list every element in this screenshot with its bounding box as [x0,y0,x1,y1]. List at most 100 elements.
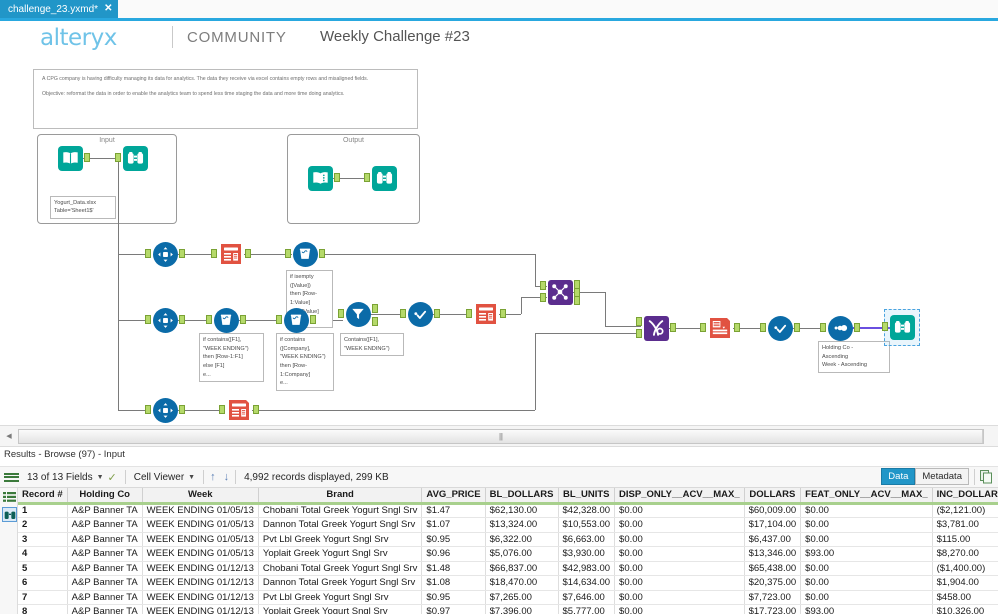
input-data-tool[interactable] [57,145,83,171]
table-cell[interactable]: $0.95 [422,590,485,605]
check-icon[interactable]: ✓ [108,471,117,484]
table-cell[interactable]: ($1,400.00) [932,561,998,576]
arrow-up-icon[interactable]: ↑ [206,471,220,483]
input-port[interactable] [364,173,370,182]
table-cell[interactable]: $1.48 [422,561,485,576]
table-cell[interactable]: WEEK ENDING 01/12/13 [142,576,258,591]
browse-tool-final[interactable] [889,314,915,340]
output-port[interactable] [179,315,185,324]
table-cell[interactable]: $0.00 [615,532,745,547]
table-cell[interactable]: $0.00 [801,561,932,576]
table-cell[interactable]: $0.97 [422,605,485,614]
chevron-left-icon[interactable]: ◀ [2,429,16,443]
input-port[interactable] [276,315,282,324]
output-port[interactable] [310,315,316,324]
input-port[interactable] [285,249,291,258]
input-port[interactable] [400,309,406,318]
table-cell[interactable]: $42,328.00 [558,503,615,518]
output-port-true[interactable] [372,304,378,313]
input-port[interactable] [145,315,151,324]
table-cell[interactable]: $0.00 [615,561,745,576]
column-header-disp-only[interactable]: DISP_ONLY__ACV__MAX_ [615,488,745,503]
column-header-avg-price[interactable]: AVG_PRICE [422,488,485,503]
table-cell[interactable]: $5,076.00 [485,547,558,562]
cell-viewer-selector[interactable]: Cell Viewer ▼ [128,467,201,487]
table-cell[interactable]: $93.00 [801,547,932,562]
input-port-2[interactable] [636,329,642,338]
table-cell[interactable]: $0.00 [801,576,932,591]
table-cell[interactable]: $7,723.00 [744,590,801,605]
table-cell[interactable]: $0.00 [615,576,745,591]
input-port-1[interactable] [636,317,642,326]
input-port[interactable] [206,315,212,324]
table-cell[interactable]: A&P Banner TA [67,518,142,533]
column-header-holding-co[interactable]: Holding Co [67,488,142,503]
table-cell[interactable]: $5,777.00 [558,605,615,614]
table-cell[interactable]: $60,009.00 [744,503,801,518]
table-row[interactable]: 5A&P Banner TAWEEK ENDING 01/12/13Choban… [18,561,998,576]
multi-row-formula-tool-1[interactable] [218,241,244,267]
table-cell[interactable]: $17,104.00 [744,518,801,533]
table-cell[interactable]: Yoplait Greek Yogurt Sngl Srv [258,547,422,562]
table-row[interactable]: 3A&P Banner TAWEEK ENDING 01/05/13Pvt Lb… [18,532,998,547]
cell-record-number[interactable]: 4 [18,547,67,562]
fields-selector[interactable]: 13 of 13 Fields ▼ ✓ [21,467,123,487]
table-cell[interactable]: $0.00 [801,532,932,547]
chevron-down-icon[interactable]: ▼ [188,474,195,481]
results-table-wrapper[interactable]: Record # Holding Co Week Brand AVG_PRICE… [18,488,998,614]
description-comment-box[interactable]: A CPG company is having difficulty manag… [33,69,418,129]
input-port-2[interactable] [540,293,546,302]
table-cell[interactable]: Pvt Lbl Greek Yogurt Sngl Srv [258,532,422,547]
field-list-icon[interactable] [2,489,17,504]
table-cell[interactable]: WEEK ENDING 01/12/13 [142,605,258,614]
table-cell[interactable]: $18,470.00 [485,576,558,591]
table-cell[interactable]: $0.00 [615,547,745,562]
table-cell[interactable]: $0.00 [615,605,745,614]
column-header-week[interactable]: Week [142,488,258,503]
input-port[interactable] [219,405,225,414]
metadata-button[interactable]: Metadata [915,468,969,485]
table-cell[interactable]: $458.00 [932,590,998,605]
output-port-false[interactable] [372,317,378,326]
table-cell[interactable]: $7,265.00 [485,590,558,605]
output-port[interactable] [734,323,740,332]
table-cell[interactable]: $0.96 [422,547,485,562]
table-cell[interactable]: $1.07 [422,518,485,533]
cell-record-number[interactable]: 8 [18,605,67,614]
column-header-bl-units[interactable]: BL_UNITS [558,488,615,503]
crosstab-tool[interactable] [643,315,669,341]
table-cell[interactable]: $10,553.00 [558,518,615,533]
table-cell[interactable]: ($2,121.00) [932,503,998,518]
output-port[interactable] [500,309,506,318]
output-port[interactable] [794,323,800,332]
table-row[interactable]: 8A&P Banner TAWEEK ENDING 01/12/13Yoplai… [18,605,998,614]
output-port[interactable] [319,249,325,258]
table-cell[interactable]: $20,375.00 [744,576,801,591]
table-row[interactable]: 4A&P Banner TAWEEK ENDING 01/05/13Yoplai… [18,547,998,562]
output-port[interactable] [434,309,440,318]
table-cell[interactable]: $17,723.00 [744,605,801,614]
table-cell[interactable]: WEEK ENDING 01/05/13 [142,547,258,562]
table-cell[interactable]: A&P Banner TA [67,576,142,591]
table-row[interactable]: 7A&P Banner TAWEEK ENDING 01/12/13Pvt Lb… [18,590,998,605]
table-cell[interactable]: $7,396.00 [485,605,558,614]
input-port[interactable] [882,322,888,331]
transpose-tool[interactable] [707,315,733,341]
table-row[interactable]: 2A&P Banner TAWEEK ENDING 01/05/13Dannon… [18,518,998,533]
scrollbar-thumb[interactable]: ||| [19,430,983,443]
multi-row-formula-tool-2[interactable] [473,301,499,327]
output-port[interactable] [334,173,340,182]
workflow-canvas[interactable]: alteryx COMMUNITY Weekly Challenge #23 A… [0,21,998,425]
output-data-tool[interactable] [307,165,333,191]
table-cell[interactable]: $0.00 [801,518,932,533]
cell-record-number[interactable]: 3 [18,532,67,547]
data-cleansing-tool-2[interactable] [213,307,239,333]
output-port[interactable] [253,405,259,414]
output-port[interactable] [854,323,860,332]
document-tab-challenge-23[interactable]: challenge_23.yxmd* ✕ [0,0,118,18]
table-cell[interactable]: $65,438.00 [744,561,801,576]
close-icon[interactable]: ✕ [104,4,112,14]
browse-tool-input[interactable] [122,145,148,171]
cell-record-number[interactable]: 6 [18,576,67,591]
table-cell[interactable]: $13,324.00 [485,518,558,533]
